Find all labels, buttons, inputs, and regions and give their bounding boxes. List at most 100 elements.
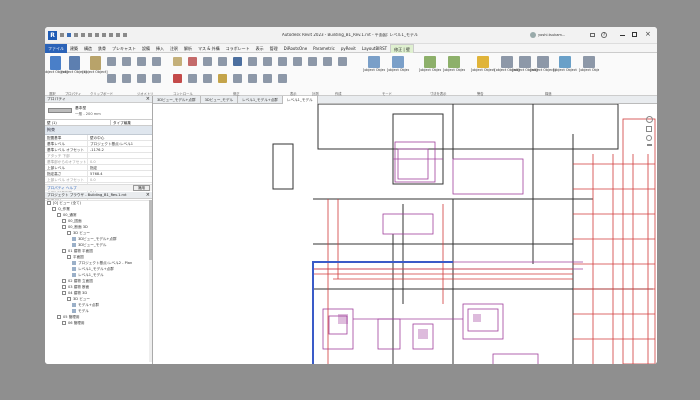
view-tab-level1-model[interactable]: レベル1_モデル: [282, 96, 318, 104]
pin-icon[interactable]: [308, 57, 317, 66]
array-icon[interactable]: [323, 57, 332, 66]
close-views-icon[interactable]: [123, 33, 127, 37]
tab-architecture[interactable]: 建築: [67, 44, 81, 53]
view-icon[interactable]: [72, 243, 76, 247]
property-value[interactable]: -1176.2: [87, 147, 152, 152]
open-icon[interactable]: [60, 33, 64, 37]
show-warnings-button[interactable]: [object Object]: [471, 56, 495, 72]
print-icon[interactable]: [88, 33, 92, 37]
paste-button[interactable]: [object Object]: [82, 56, 108, 74]
zoom-options-icon[interactable]: [646, 144, 652, 146]
expand-toggle-icon[interactable]: [57, 315, 61, 319]
split-icon[interactable]: [293, 57, 302, 66]
tab-collaborate[interactable]: コラボレート: [223, 44, 253, 53]
mirror-icon[interactable]: [218, 57, 227, 66]
tab-structure[interactable]: 構造: [81, 44, 95, 53]
measure-tool-icon[interactable]: [218, 73, 227, 83]
property-value[interactable]: 壁の中心: [87, 135, 152, 140]
3d-view-icon[interactable]: [109, 33, 113, 37]
copy-move-icon[interactable]: [248, 57, 257, 66]
expand-toggle-icon[interactable]: [47, 201, 51, 205]
property-value[interactable]: 指定: [87, 165, 152, 170]
delete-icon[interactable]: [173, 73, 182, 83]
align-icon[interactable]: [188, 57, 197, 66]
tab-massing[interactable]: マス & 外構: [195, 44, 223, 53]
browser-scrollbar[interactable]: [149, 200, 152, 362]
text-icon[interactable]: [102, 33, 106, 37]
cope-icon[interactable]: [152, 57, 161, 66]
expand-toggle-icon[interactable]: [67, 255, 71, 259]
view-tab-3d-model[interactable]: 3Dビュー_モデル: [201, 96, 239, 104]
user-icon[interactable]: [530, 32, 536, 38]
property-value[interactable]: 0.0: [87, 159, 152, 164]
match-icon[interactable]: [107, 73, 116, 83]
paint-icon[interactable]: [122, 73, 131, 83]
view-icon[interactable]: [72, 267, 76, 271]
parts-icon[interactable]: [278, 73, 287, 83]
view-tab-level1-model-pointcloud[interactable]: レベル1_モデル+点群: [238, 96, 283, 104]
tab-steel[interactable]: 鉄骨: [95, 44, 109, 53]
expand-toggle-icon[interactable]: [62, 219, 66, 223]
navigation-bar[interactable]: [645, 116, 653, 160]
tab-systems[interactable]: 設備: [139, 44, 153, 53]
tab-parametric[interactable]: Parametric: [310, 44, 338, 53]
steering-wheel-icon[interactable]: [646, 126, 652, 132]
split-face-icon[interactable]: [137, 73, 146, 83]
hide-icon[interactable]: [188, 73, 197, 83]
expand-toggle-icon[interactable]: [62, 279, 66, 283]
property-value[interactable]: 5768.4: [87, 171, 152, 176]
drawing-canvas[interactable]: [153, 104, 657, 364]
property-value[interactable]: [87, 153, 152, 158]
app-logo[interactable]: R: [48, 31, 57, 40]
offset-icon[interactable]: [203, 57, 212, 66]
edit-profile-button[interactable]: [object Object]: [363, 56, 385, 72]
create-group-icon[interactable]: [248, 73, 257, 83]
view-icon[interactable]: [72, 303, 76, 307]
category-selector[interactable]: 壁 (1): [45, 120, 110, 125]
detach-top-base-button[interactable]: [object Object]: [443, 56, 465, 72]
wall-joins-icon[interactable]: [152, 73, 161, 83]
dimension-icon[interactable]: [233, 73, 242, 83]
operation-area-button[interactable]: [object Object]: [553, 56, 577, 72]
quick-access-toolbar[interactable]: [60, 33, 170, 38]
expand-toggle-icon[interactable]: [62, 225, 66, 229]
view-tab-3d-model-pointcloud[interactable]: 3Dビュー_モデル+点群: [153, 96, 201, 104]
properties-button[interactable]: [object Object]: [61, 56, 87, 74]
edit-type-button[interactable]: タイプ編集: [110, 120, 152, 125]
floor-plan-drawing[interactable]: [153, 104, 657, 364]
expand-toggle-icon[interactable]: [62, 285, 66, 289]
tab-modify-wall[interactable]: 修正 | 壁: [390, 43, 415, 53]
undo-icon[interactable]: [74, 33, 78, 37]
view-icon[interactable]: [72, 237, 76, 241]
tab-insert[interactable]: 挿入: [153, 44, 167, 53]
measure-icon[interactable]: [95, 33, 99, 37]
minimize-icon[interactable]: [620, 35, 625, 36]
tab-dirootsone[interactable]: DiRootsOne: [281, 44, 310, 53]
attach-top-base-button[interactable]: [object Object]: [419, 56, 441, 72]
expand-toggle-icon[interactable]: [67, 231, 71, 235]
property-value[interactable]: 0.0: [87, 177, 152, 182]
assembly-icon[interactable]: [263, 73, 272, 83]
activate-icon[interactable]: [173, 57, 182, 66]
tab-annotate[interactable]: 注釈: [167, 44, 181, 53]
join-icon[interactable]: [137, 57, 146, 66]
opera-area-button[interactable]: [object Object]: [579, 56, 599, 72]
area-button[interactable]: [object Object]: [530, 56, 556, 72]
close-properties-icon[interactable]: ×: [146, 96, 150, 102]
view-icon[interactable]: [72, 261, 76, 265]
move-icon[interactable]: [233, 57, 242, 66]
view-icon[interactable]: [72, 273, 76, 277]
expand-toggle-icon[interactable]: [62, 291, 66, 295]
tab-file[interactable]: ファイル: [45, 43, 67, 53]
constraints-section[interactable]: 拘束: [45, 126, 152, 135]
redo-icon[interactable]: [81, 33, 85, 37]
user-name[interactable]: yoshi.tsukam...: [538, 33, 583, 37]
copy-icon[interactable]: [122, 57, 131, 66]
tab-manage[interactable]: 管理: [267, 44, 281, 53]
maximize-icon[interactable]: [632, 32, 637, 37]
close-browser-icon[interactable]: ×: [146, 192, 150, 198]
rotate-icon[interactable]: [263, 57, 272, 66]
trim-icon[interactable]: [278, 57, 287, 66]
zoom-icon[interactable]: [646, 135, 652, 141]
expand-toggle-icon[interactable]: [52, 207, 56, 211]
